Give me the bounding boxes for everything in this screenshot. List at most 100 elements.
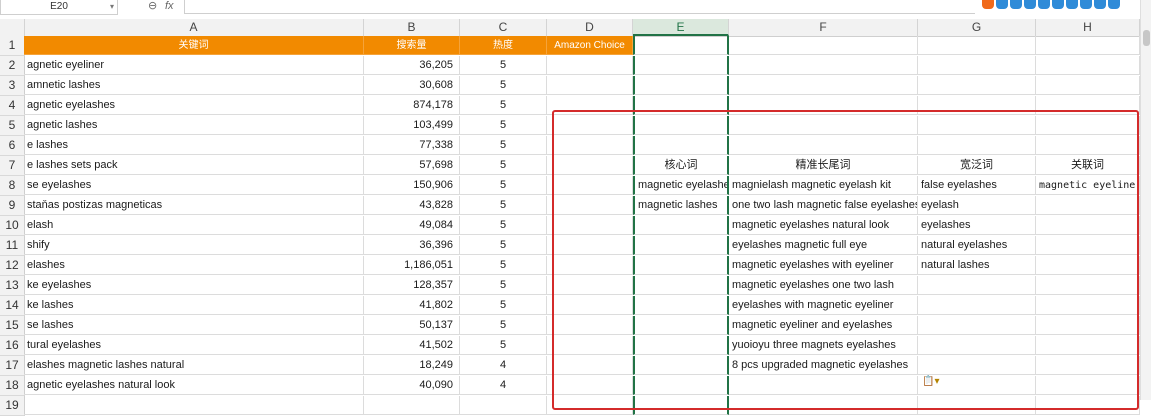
tray-icon[interactable]	[1066, 0, 1078, 9]
column-header-b[interactable]: B	[364, 19, 460, 36]
cell-b[interactable]: 36,396	[364, 236, 460, 255]
row-number[interactable]: 5	[0, 116, 25, 136]
cell-h[interactable]	[1036, 196, 1140, 215]
row-number[interactable]: 10	[0, 216, 25, 236]
cell-a[interactable]: 关键词	[24, 36, 364, 55]
cell-a[interactable]: agnetic eyelashes natural look	[24, 376, 364, 395]
cell-d[interactable]	[547, 336, 633, 355]
cell-f[interactable]: 8 pcs upgraded magnetic eyelashes	[729, 356, 918, 375]
row-number[interactable]: 16	[0, 336, 25, 356]
cell-h[interactable]	[1036, 136, 1140, 155]
cell-d[interactable]	[547, 76, 633, 95]
column-header-a[interactable]: A	[24, 19, 364, 36]
cell-f[interactable]: magnetic eyelashes natural look	[729, 216, 918, 235]
cell-h[interactable]	[1036, 256, 1140, 275]
cell-b[interactable]: 77,338	[364, 136, 460, 155]
cell-d[interactable]	[547, 136, 633, 155]
column-header-g[interactable]: G	[918, 19, 1036, 36]
cell-f[interactable]: yuoioyu three magnets eyelashes	[729, 336, 918, 355]
cell-f[interactable]: magnetic eyelashes one two lash	[729, 276, 918, 295]
cell-a[interactable]: e lashes sets pack	[24, 156, 364, 175]
cell-f[interactable]	[729, 136, 918, 155]
row-number[interactable]: 13	[0, 276, 25, 296]
cell-e[interactable]: magnetic eyelashes	[633, 176, 729, 195]
column-header-e[interactable]: E	[633, 19, 729, 36]
cell-f[interactable]	[729, 396, 918, 415]
cell-e[interactable]: magnetic lashes	[633, 196, 729, 215]
cell-a[interactable]: agnetic eyeliner	[24, 56, 364, 75]
cell-d[interactable]: Amazon Choice	[547, 36, 633, 55]
cell-d[interactable]	[547, 196, 633, 215]
cell-h[interactable]	[1036, 216, 1140, 235]
cell-a[interactable]: staňas postizas magneticas	[24, 196, 364, 215]
column-header-c[interactable]: C	[460, 19, 547, 36]
cell-g[interactable]	[918, 356, 1036, 375]
cell-f[interactable]: magnetic eyelashes with eyeliner	[729, 256, 918, 275]
scrollbar-thumb[interactable]	[1143, 30, 1150, 46]
cell-e[interactable]	[633, 296, 729, 315]
cell-c[interactable]	[460, 396, 547, 415]
cell-c[interactable]: 5	[460, 96, 547, 115]
vertical-scrollbar[interactable]	[1140, 0, 1151, 400]
cell-f[interactable]: eyelashes with magnetic eyeliner	[729, 296, 918, 315]
cell-f[interactable]	[729, 36, 918, 55]
cell-d[interactable]	[547, 116, 633, 135]
cell-g[interactable]	[918, 116, 1036, 135]
cell-e[interactable]	[633, 396, 729, 415]
cell-f[interactable]: one two lash magnetic false eyelashes	[729, 196, 918, 215]
cell-a[interactable]: elash	[24, 216, 364, 235]
cell-c[interactable]: 4	[460, 356, 547, 375]
tray-icon[interactable]	[982, 0, 994, 9]
cell-h[interactable]: magnetic eyeliner	[1036, 176, 1140, 195]
row-number[interactable]: 19	[0, 396, 25, 416]
cell-g[interactable]: natural eyelashes	[918, 236, 1036, 255]
cell-d[interactable]	[547, 96, 633, 115]
cell-a[interactable]: tural eyelashes	[24, 336, 364, 355]
cell-g[interactable]	[918, 136, 1036, 155]
tray-icon[interactable]	[1052, 0, 1064, 9]
cell-f[interactable]	[729, 116, 918, 135]
cell-d[interactable]	[547, 356, 633, 375]
cell-h[interactable]	[1036, 236, 1140, 255]
paste-options-icon[interactable]: 📋▾	[922, 376, 939, 387]
cell-c[interactable]: 5	[460, 56, 547, 75]
cell-a[interactable]: agnetic eyelashes	[24, 96, 364, 115]
row-number[interactable]: 1	[0, 36, 25, 56]
cell-e[interactable]	[633, 96, 729, 115]
name-box-dropdown-icon[interactable]: ▾	[110, 0, 114, 13]
cell-c[interactable]: 5	[460, 276, 547, 295]
tray-icon[interactable]	[996, 0, 1008, 9]
cell-a[interactable]: se lashes	[24, 316, 364, 335]
cell-a[interactable]: ke lashes	[24, 296, 364, 315]
cell-b[interactable]: 43,828	[364, 196, 460, 215]
cell-b[interactable]: 49,084	[364, 216, 460, 235]
cell-c[interactable]: 5	[460, 236, 547, 255]
cell-g[interactable]	[918, 316, 1036, 335]
cell-g[interactable]	[918, 276, 1036, 295]
cell-a[interactable]	[24, 396, 364, 415]
cell-c[interactable]: 5	[460, 136, 547, 155]
cell-d[interactable]	[547, 256, 633, 275]
cell-h[interactable]	[1036, 56, 1140, 75]
cell-e[interactable]	[633, 356, 729, 375]
cell-h[interactable]	[1036, 296, 1140, 315]
row-number[interactable]: 2	[0, 56, 25, 76]
row-number[interactable]: 11	[0, 236, 25, 256]
cell-g[interactable]: eyelashes	[918, 216, 1036, 235]
formula-input[interactable]	[184, 0, 975, 14]
row-number[interactable]: 9	[0, 196, 25, 216]
cell-b[interactable]: 41,802	[364, 296, 460, 315]
tray-icon[interactable]	[1080, 0, 1092, 9]
cell-h[interactable]	[1036, 116, 1140, 135]
cell-e[interactable]	[633, 116, 729, 135]
tray-icon[interactable]	[1038, 0, 1050, 9]
row-number[interactable]: 18	[0, 376, 25, 396]
cell-b[interactable]	[364, 396, 460, 415]
cell-f[interactable]	[729, 96, 918, 115]
cell-b[interactable]: 30,608	[364, 76, 460, 95]
cell-b[interactable]: 40,090	[364, 376, 460, 395]
cell-d[interactable]	[547, 376, 633, 395]
cell-b[interactable]: 18,249	[364, 356, 460, 375]
cell-f[interactable]: eyelashes magnetic full eye	[729, 236, 918, 255]
cell-b[interactable]: 874,178	[364, 96, 460, 115]
